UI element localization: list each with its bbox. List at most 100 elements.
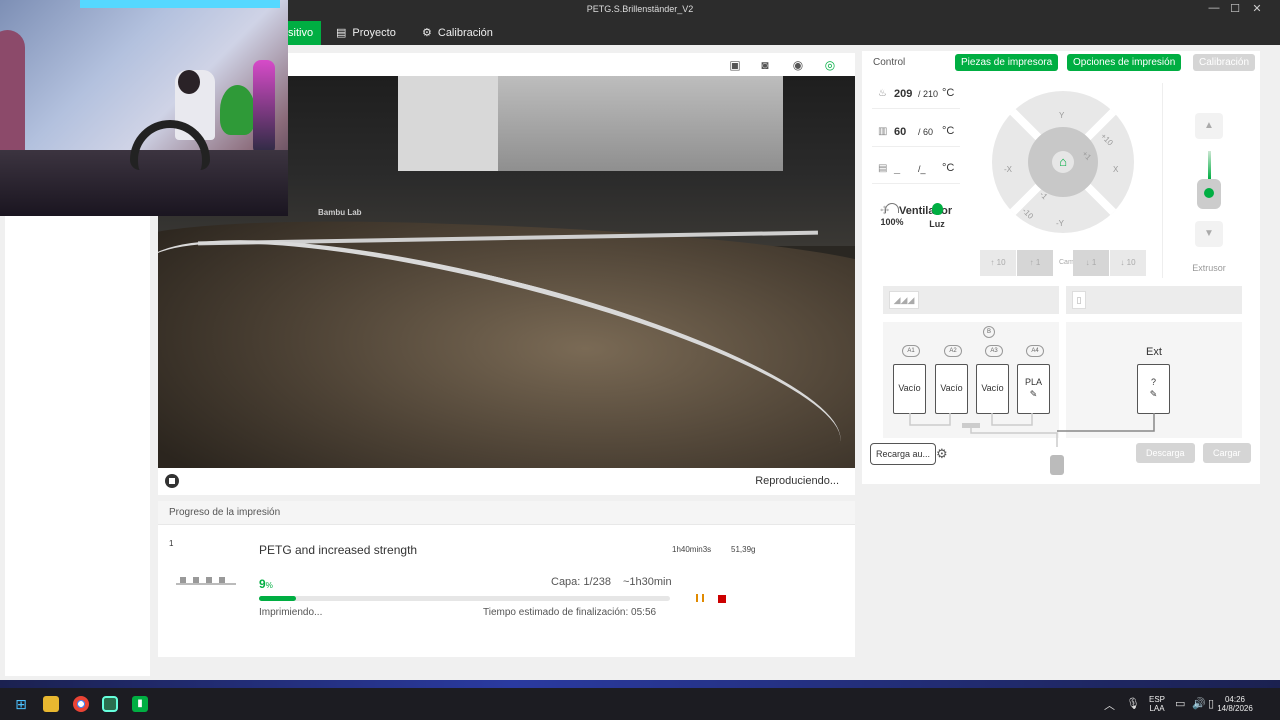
jog-minus-10[interactable]: -10: [1021, 206, 1036, 221]
stop-print-button[interactable]: [718, 595, 726, 603]
file-explorer-icon[interactable]: [43, 696, 59, 712]
print-status: Imprimiendo...: [259, 607, 323, 618]
ams-info-badge[interactable]: B: [983, 326, 995, 338]
pause-button[interactable]: [695, 594, 705, 603]
progress-title: Progreso de la impresión: [169, 507, 281, 518]
remaining-time: ~1h30min: [623, 576, 672, 588]
progress-percent-value: 9: [259, 577, 266, 591]
chrome-icon[interactable]: [73, 696, 89, 712]
camera-settings-icon[interactable]: ◎: [822, 58, 838, 72]
slot-a4[interactable]: PLA ✎: [1017, 364, 1050, 414]
timelapse-icon[interactable]: ◉: [790, 58, 806, 72]
tab-calibration[interactable]: ⚙ Calibración: [412, 21, 503, 45]
chamber-icon: ▤: [878, 163, 888, 174]
bambu-studio-icon[interactable]: ▮: [132, 696, 148, 712]
slot-a2[interactable]: Vacío: [935, 364, 968, 414]
auto-refill-button[interactable]: Recarga au...: [870, 443, 937, 465]
extruder-label: Extrusor: [1192, 263, 1226, 273]
jog-plus-10[interactable]: +10: [1099, 132, 1115, 148]
microphone-icon[interactable]: 🎙: [1126, 697, 1140, 710]
home-icon[interactable]: ⌂: [1052, 151, 1074, 173]
bed-temp-target: / 60: [918, 127, 934, 137]
progress-header: Progreso de la impresión: [158, 501, 855, 525]
control-panel: Control Piezas de impresora Opciones de …: [862, 51, 1260, 484]
tab-project[interactable]: ▤ Proyecto: [326, 21, 406, 45]
nozzle-temp-current: 209: [894, 88, 913, 100]
language-indicator[interactable]: ESP LAA: [1146, 695, 1168, 713]
slot-a1[interactable]: Vacío: [893, 364, 926, 414]
chamber-temp-unit: °C: [942, 162, 955, 174]
minimize-button[interactable]: —: [1203, 2, 1225, 14]
speed-value: 100%: [880, 217, 904, 227]
camera-brand-text: Bambu Lab: [318, 208, 362, 217]
bed-down-1-label: 1: [1091, 258, 1097, 267]
light-button[interactable]: Luz: [918, 203, 956, 229]
windows-start-icon[interactable]: ⊞: [13, 696, 29, 712]
bed-down-1-button[interactable]: ↓ 1: [1073, 250, 1109, 276]
calibration-button[interactable]: Calibración: [1193, 54, 1256, 71]
extruder-control: ▲ ▼ Extrusor: [1162, 83, 1254, 278]
jog-y-minus[interactable]: -Y: [1056, 219, 1064, 228]
progress-bar-fill: [259, 596, 296, 601]
jog-y-plus[interactable]: Y: [1059, 111, 1064, 120]
ams-settings-icon[interactable]: ⚙: [936, 446, 948, 462]
load-button[interactable]: Cargar: [1203, 443, 1251, 463]
record-video-icon[interactable]: ◙: [757, 58, 773, 72]
bed-up-1-button[interactable]: ↑ 1: [1017, 250, 1053, 276]
nozzle-temp-target: / 210: [918, 89, 939, 99]
volume-icon[interactable]: 🔊: [1192, 697, 1206, 710]
temperature-panel: ♨ 209 / 210 °C ▥ 60 / 60 °C ▤ _ /_ °C ✣ …: [872, 83, 960, 278]
network-icon[interactable]: ▭: [1175, 697, 1185, 710]
clock-time: 04:26: [1224, 695, 1246, 704]
video-controls: Reproduciendo...: [158, 468, 855, 495]
jog-x-plus[interactable]: X: [1113, 165, 1118, 174]
extrude-up-button[interactable]: ▲: [1195, 113, 1223, 139]
external-slot[interactable]: ? ✎: [1137, 364, 1170, 414]
chevron-up-icon[interactable]: ︿: [1104, 697, 1115, 713]
chamber-temp-target: /_: [918, 164, 926, 174]
webcam-overlay: [0, 0, 288, 216]
printer-parts-button[interactable]: Piezas de impresora: [955, 54, 1059, 71]
jog-x-minus[interactable]: -X: [1004, 165, 1012, 174]
desktop-wallpaper: [0, 680, 1280, 688]
speed-gauge-icon: [885, 203, 899, 213]
progress-percent-unit: %: [265, 581, 273, 590]
external-tab-bar: ▯: [1066, 286, 1242, 314]
edit-icon[interactable]: ✎: [1018, 389, 1049, 400]
clock-date: 14/8/2026: [1217, 704, 1253, 713]
sd-card-icon[interactable]: ▣: [727, 58, 743, 72]
speed-button[interactable]: 100%: [872, 203, 912, 227]
chamber-temp-current: _: [894, 163, 901, 175]
bed-up-10-button[interactable]: ↑ 10: [980, 250, 1016, 276]
slot-a3[interactable]: Vacío: [976, 364, 1009, 414]
chamber-temp-row: ▤ _ /_ °C: [872, 158, 960, 184]
bed-temp-row[interactable]: ▥ 60 / 60 °C: [872, 121, 960, 147]
external-spool-tab[interactable]: ▯: [1072, 291, 1086, 309]
edit-icon[interactable]: ✎: [1138, 389, 1169, 400]
bed-down-10-button[interactable]: ↓ 10: [1110, 250, 1146, 276]
stop-video-button[interactable]: [165, 474, 179, 488]
unload-button[interactable]: Descarga: [1136, 443, 1195, 463]
job-weight: 51,39g: [731, 545, 756, 554]
xy-jog-pad[interactable]: ⌂ Y -Y X -X +10 +1 -1 -10: [992, 91, 1134, 233]
bed-down-10-label: 10: [1126, 258, 1136, 267]
language-top: ESP: [1148, 695, 1165, 704]
close-button[interactable]: ✕: [1246, 2, 1268, 15]
video-status: Reproduciendo...: [755, 475, 839, 487]
app-icon[interactable]: [102, 696, 118, 712]
extrude-down-button[interactable]: ▼: [1195, 221, 1223, 247]
slot-a3-material: Vacío: [981, 383, 1004, 393]
bed-heat-icon: ▥: [878, 126, 888, 137]
slot-a1-material: Vacío: [898, 383, 921, 393]
nozzle-temp-row[interactable]: ♨ 209 / 210 °C: [872, 83, 960, 109]
maximize-button[interactable]: ☐: [1224, 2, 1246, 15]
slot-a4-label: A4: [1026, 345, 1044, 357]
light-bulb-icon: [931, 203, 943, 215]
taskbar: ⊞ ▮ ︿ 🎙 ESP LAA ▭ 🔊 ▯ 04:26 14/8/2026: [0, 688, 1280, 720]
plate-thumbnail: [176, 577, 236, 585]
plate-number: 1: [169, 539, 174, 548]
ams-unit-tab[interactable]: ◢◢◢: [889, 291, 919, 309]
print-options-button[interactable]: Opciones de impresión: [1067, 54, 1182, 71]
clock[interactable]: 04:26 14/8/2026: [1210, 695, 1260, 713]
bed-up-10-label: 10: [996, 258, 1006, 267]
